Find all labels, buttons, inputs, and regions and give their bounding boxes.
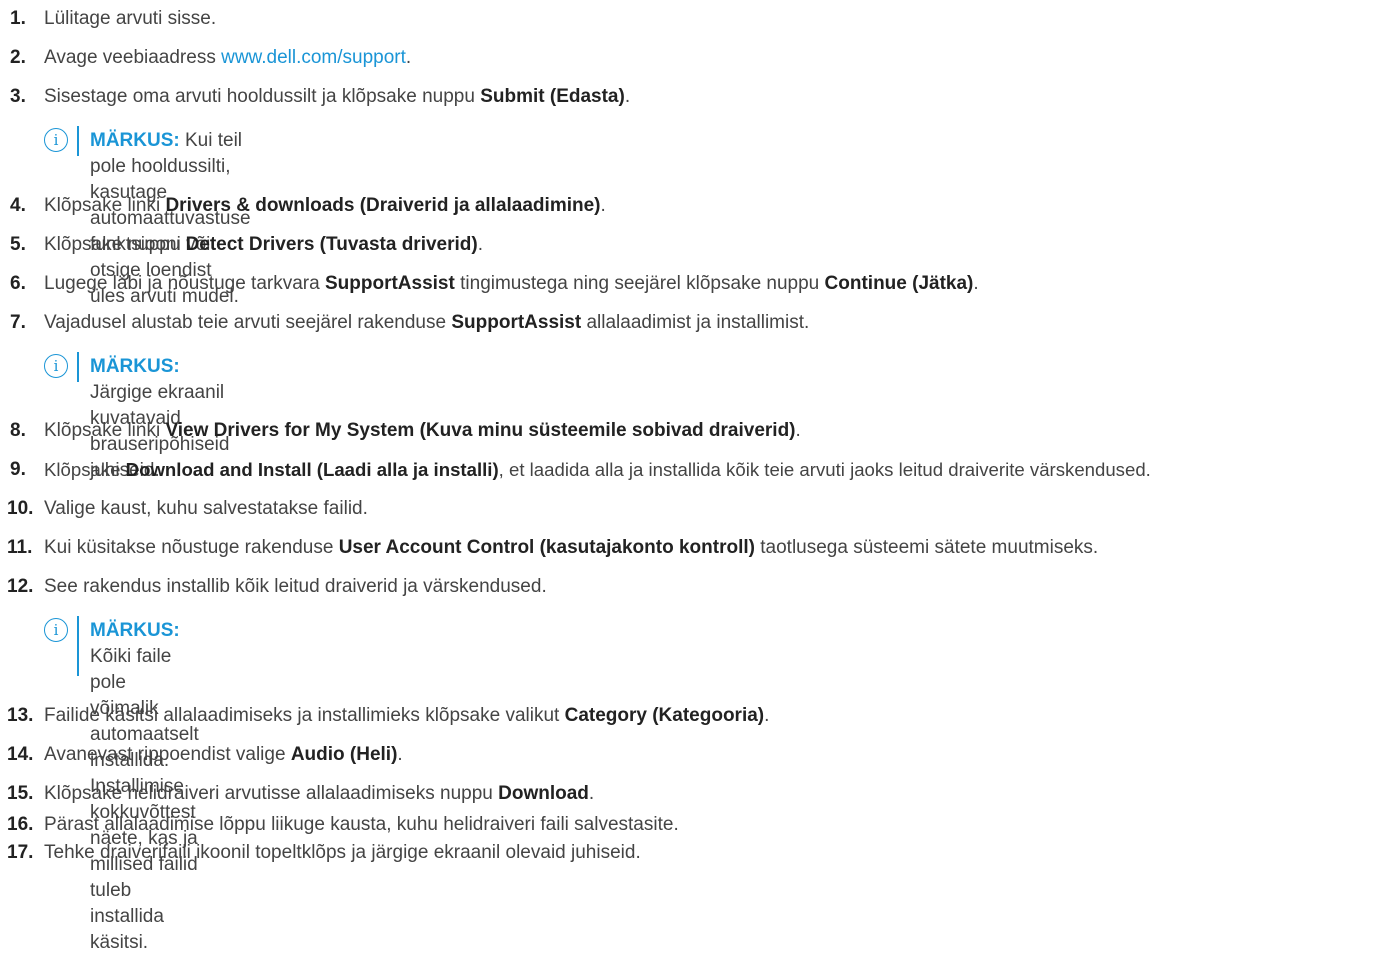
note-divider bbox=[77, 616, 79, 676]
note-divider bbox=[77, 126, 79, 156]
step-number: 12. bbox=[7, 576, 34, 597]
info-icon: i bbox=[44, 128, 68, 152]
step-number: 14. bbox=[7, 744, 34, 765]
step-number: 1. bbox=[10, 8, 26, 29]
step-number: 5. bbox=[10, 234, 26, 255]
step-number: 2. bbox=[10, 47, 26, 68]
step-text: Avanevast rippoendist valige Audio (Heli… bbox=[44, 744, 403, 765]
support-link[interactable]: www.dell.com/support bbox=[221, 47, 406, 68]
step-text: Lülitage arvuti sisse. bbox=[44, 8, 217, 29]
step-number: 8. bbox=[10, 420, 26, 441]
info-icon: i bbox=[44, 354, 68, 378]
step-number: 10. bbox=[7, 498, 34, 519]
step-number: 16. bbox=[7, 814, 34, 835]
step-text: Valige kaust, kuhu salvestatakse failid. bbox=[44, 498, 368, 519]
step-number: 13. bbox=[7, 705, 34, 726]
step-number: 11. bbox=[7, 537, 33, 558]
step-text: Klõpsake helidraiveri arvutisse allalaad… bbox=[44, 783, 595, 804]
step-number: 7. bbox=[10, 312, 26, 333]
step-text: Pärast allalaadimise lõppu liikuge kaust… bbox=[44, 814, 679, 835]
document-page: 1. Lülitage arvuti sisse. 2. Avage veebi… bbox=[0, 0, 1386, 953]
step-text: Failide käsitsi allalaadimiseks ja insta… bbox=[44, 705, 770, 726]
step-text: Lugege läbi ja nõustuge tarkvara Support… bbox=[44, 273, 979, 294]
step-text: Klõpsake linki Drivers & downloads (Drai… bbox=[44, 195, 606, 216]
step-number: 9. bbox=[10, 459, 26, 480]
step-text: Klõpsake nuppu Detect Drivers (Tuvasta d… bbox=[44, 234, 483, 255]
step-number: 15. bbox=[7, 783, 34, 804]
step-text: Sisestage oma arvuti hooldussilt ja klõp… bbox=[44, 86, 631, 107]
info-icon: i bbox=[44, 618, 68, 642]
note-divider bbox=[77, 352, 79, 382]
step-number: 3. bbox=[10, 86, 26, 107]
step-text: Tehke draiverifaili ikoonil topeltklõps … bbox=[44, 842, 641, 863]
step-text: See rakendus installib kõik leitud draiv… bbox=[44, 576, 547, 597]
step-number: 4. bbox=[10, 195, 26, 216]
step-text: Klõpsake Download and Install (Laadi all… bbox=[44, 459, 1151, 480]
step-text: Vajadusel alustab teie arvuti seejärel r… bbox=[44, 312, 810, 333]
step-number: 17. bbox=[7, 842, 34, 863]
step-text: Kui küsitakse nõustuge rakenduse User Ac… bbox=[44, 537, 1099, 558]
step-text: Klõpsake linki View Drivers for My Syste… bbox=[44, 420, 801, 441]
step-number: 6. bbox=[10, 273, 26, 294]
step-text: Avage veebiaadress www.dell.com/support. bbox=[44, 47, 412, 68]
